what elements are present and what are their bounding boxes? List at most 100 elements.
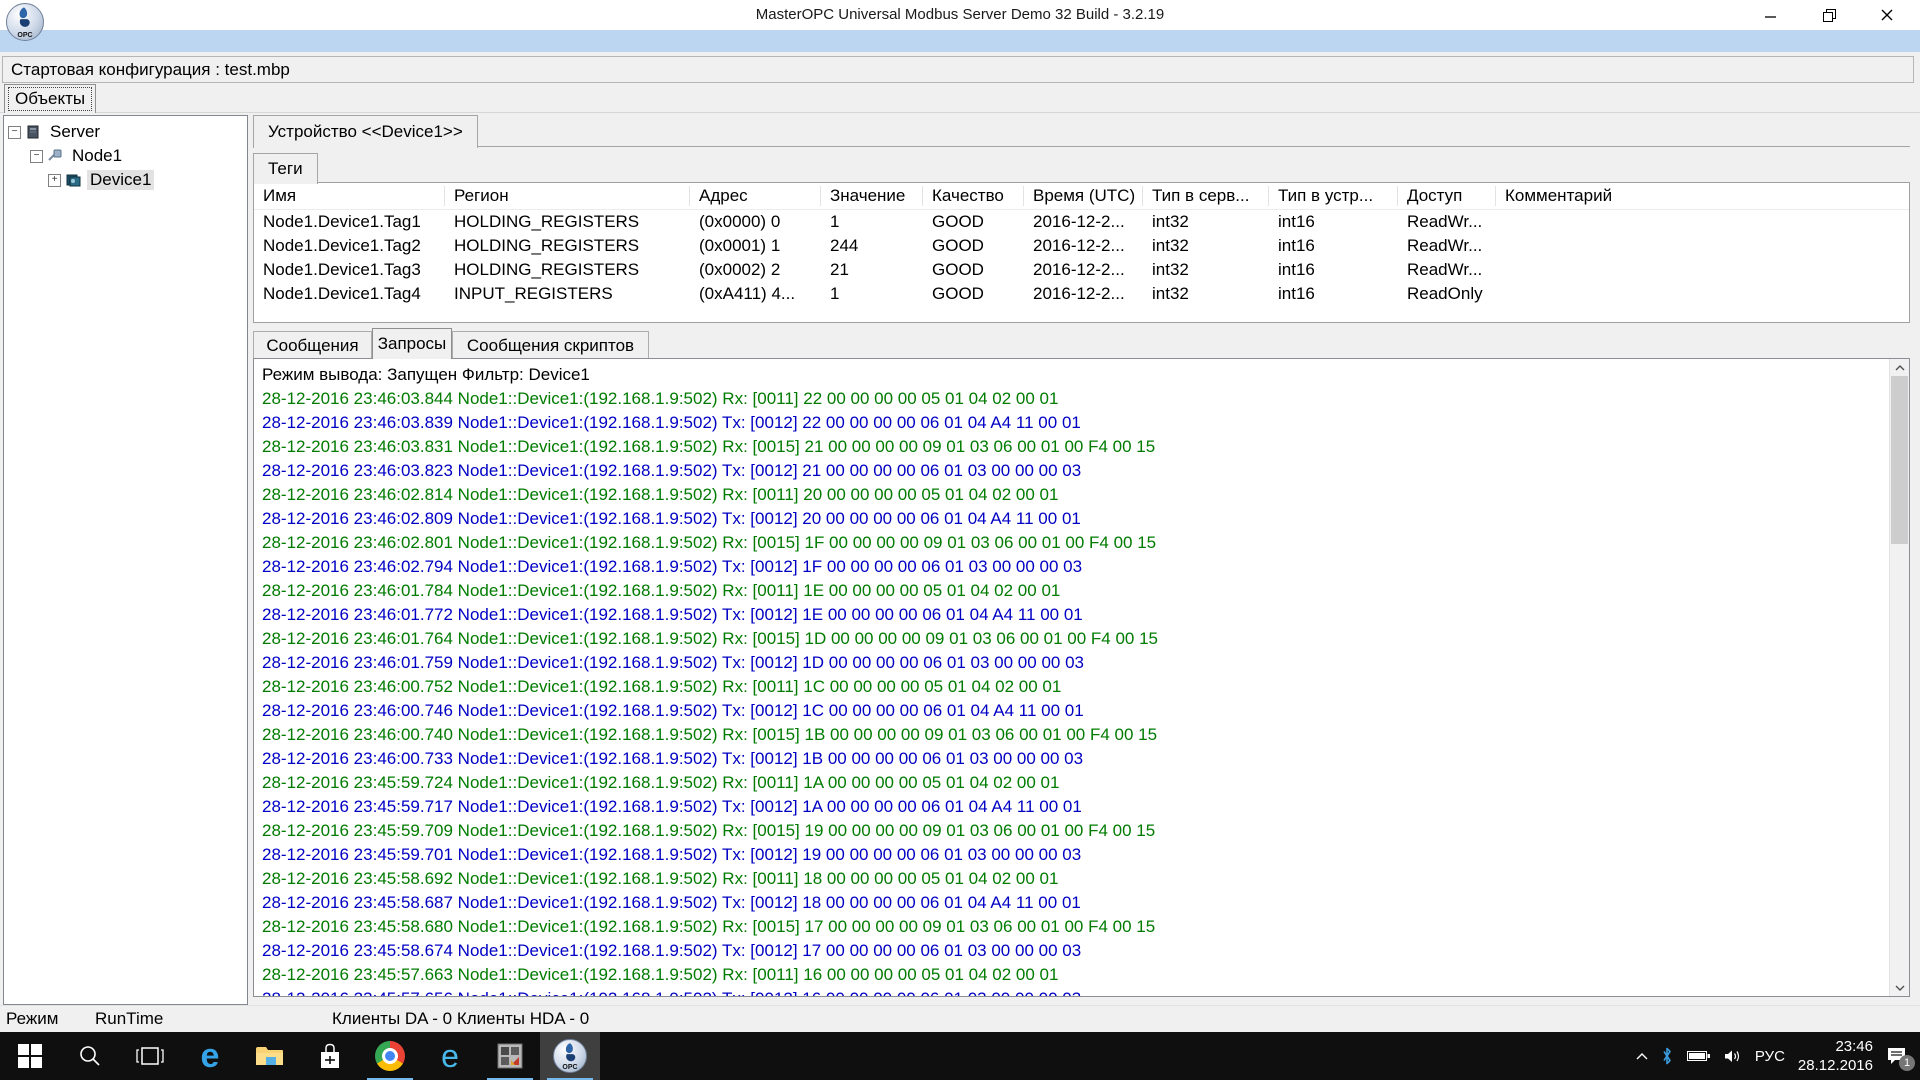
collapse-icon[interactable]: − <box>30 150 43 163</box>
tab-device1[interactable]: Устройство <<Device1>> <box>253 115 478 148</box>
tree-item-label: Device1 <box>87 170 154 190</box>
store-button[interactable] <box>300 1032 360 1080</box>
device-panel: Устройство <<Device1>> Теги ИмяРегионАдр… <box>253 115 1910 1003</box>
minimize-button[interactable] <box>1748 0 1794 30</box>
table-cell: GOOD <box>923 212 1024 232</box>
minimize-icon <box>1765 9 1777 21</box>
log-tabs: СообщенияЗапросыСообщения скриптов <box>253 328 1910 359</box>
collapse-icon[interactable]: − <box>8 126 21 139</box>
log-line: 28-12-2016 23:46:01.764 Node1::Device1:(… <box>254 627 1889 651</box>
tab-tags[interactable]: Теги <box>253 153 318 184</box>
log-line: 28-12-2016 23:45:59.724 Node1::Device1:(… <box>254 771 1889 795</box>
maximize-button[interactable] <box>1806 0 1852 30</box>
table-cell: ReadOnly <box>1398 284 1496 304</box>
device-icon <box>65 172 83 188</box>
task-view-button[interactable] <box>120 1032 180 1080</box>
table-row[interactable]: Node1.Device1.Tag4INPUT_REGISTERS(0xA411… <box>254 282 1909 306</box>
edge-button[interactable]: e <box>180 1032 240 1080</box>
search-button[interactable] <box>60 1032 120 1080</box>
log-line: 28-12-2016 23:46:02.814 Node1::Device1:(… <box>254 483 1889 507</box>
log-line: 28-12-2016 23:45:58.674 Node1::Device1:(… <box>254 939 1889 963</box>
column-header[interactable]: Тип в серв... <box>1143 186 1269 206</box>
log-line: 28-12-2016 23:46:01.772 Node1::Device1:(… <box>254 603 1889 627</box>
tab-strip-line <box>0 112 1920 113</box>
tab-messages[interactable]: Сообщения <box>253 331 372 359</box>
table-cell: ReadWr... <box>1398 212 1496 232</box>
chevron-up-icon[interactable] <box>1636 1053 1648 1060</box>
close-button[interactable] <box>1864 0 1910 30</box>
table-cell: 2016-12-2... <box>1024 260 1143 280</box>
table-row[interactable]: Node1.Device1.Tag3HOLDING_REGISTERS(0x00… <box>254 258 1909 282</box>
tab-requests[interactable]: Запросы <box>372 328 452 359</box>
column-header[interactable]: Регион <box>445 186 690 206</box>
table-cell: Node1.Device1.Tag3 <box>254 260 445 280</box>
tree-item-device1[interactable]: + Device1 <box>4 168 247 192</box>
column-header[interactable]: Доступ <box>1398 186 1496 206</box>
table-cell: int16 <box>1269 212 1398 232</box>
table-cell: int32 <box>1143 260 1269 280</box>
table-cell: (0x0002) 2 <box>690 260 821 280</box>
table-cell: Node1.Device1.Tag2 <box>254 236 445 256</box>
battery-icon[interactable] <box>1686 1049 1711 1063</box>
column-header[interactable]: Тип в устр... <box>1269 186 1398 206</box>
table-row[interactable]: Node1.Device1.Tag2HOLDING_REGISTERS(0x00… <box>254 234 1909 258</box>
column-header[interactable]: Адрес <box>690 186 821 206</box>
chrome-icon <box>375 1041 405 1071</box>
scroll-down-button[interactable] <box>1890 979 1909 996</box>
log-line: 28-12-2016 23:45:59.701 Node1::Device1:(… <box>254 843 1889 867</box>
tree-item-label: Server <box>47 122 103 142</box>
log-line: 28-12-2016 23:46:03.831 Node1::Device1:(… <box>254 435 1889 459</box>
masteropc-logo-icon: OPC <box>6 3 44 41</box>
object-tree[interactable]: −Server−Node1+Device1 <box>3 115 248 1005</box>
expand-icon[interactable]: + <box>48 174 61 187</box>
chrome-button[interactable] <box>360 1032 420 1080</box>
log-line: 28-12-2016 23:46:00.752 Node1::Device1:(… <box>254 675 1889 699</box>
tree-item-server[interactable]: − Server <box>4 120 247 144</box>
modbus-config-button[interactable] <box>480 1032 540 1080</box>
tab-script-messages[interactable]: Сообщения скриптов <box>452 331 649 359</box>
tree-item-node1[interactable]: −Node1 <box>4 144 247 168</box>
start-button[interactable] <box>0 1032 60 1080</box>
column-header[interactable]: Имя <box>254 186 445 206</box>
log-line: 28-12-2016 23:46:01.759 Node1::Device1:(… <box>254 651 1889 675</box>
modbus-tool-icon <box>495 1041 525 1071</box>
table-cell: 244 <box>821 236 923 256</box>
restore-icon <box>1823 9 1836 22</box>
table-cell: HOLDING_REGISTERS <box>445 212 690 232</box>
tab-objects[interactable]: Объекты <box>4 84 96 113</box>
close-icon <box>1881 9 1893 21</box>
chevron-down-icon <box>1895 985 1905 991</box>
table-cell: (0x0000) 0 <box>690 212 821 232</box>
column-header[interactable]: Качество <box>923 186 1024 206</box>
taskbar: e e OPC РУС 23:46 28.12.2016 1 <box>0 1032 1920 1080</box>
table-row[interactable]: Node1.Device1.Tag1HOLDING_REGISTERS(0x00… <box>254 210 1909 234</box>
bluetooth-icon[interactable] <box>1661 1047 1673 1065</box>
tags-table: ИмяРегионАдресЗначениеКачествоВремя (UTC… <box>253 182 1910 323</box>
language-indicator[interactable]: РУС <box>1755 1048 1785 1065</box>
folder-icon <box>255 1044 285 1068</box>
task-view-icon <box>136 1045 164 1067</box>
status-bar: Режим RunTime Клиенты DA - 0 Клиенты HDA… <box>0 1005 1920 1033</box>
column-header[interactable]: Значение <box>821 186 923 206</box>
volume-icon[interactable] <box>1724 1049 1742 1064</box>
scroll-up-button[interactable] <box>1890 359 1909 376</box>
table-cell: int16 <box>1269 284 1398 304</box>
notification-button[interactable]: 1 <box>1886 1046 1908 1066</box>
chevron-up-icon <box>1895 365 1905 371</box>
column-header[interactable]: Комментарий <box>1496 186 1806 206</box>
clock[interactable]: 23:46 28.12.2016 <box>1798 1037 1873 1075</box>
masteropc-button[interactable]: OPC <box>540 1032 600 1080</box>
table-cell: int16 <box>1269 260 1398 280</box>
file-explorer-button[interactable] <box>240 1032 300 1080</box>
clock-date: 28.12.2016 <box>1798 1056 1873 1075</box>
table-cell: int32 <box>1143 212 1269 232</box>
table-cell: HOLDING_REGISTERS <box>445 236 690 256</box>
column-header[interactable]: Время (UTC) <box>1024 186 1143 206</box>
table-cell: int16 <box>1269 236 1398 256</box>
table-cell: 2016-12-2... <box>1024 236 1143 256</box>
log-line: 28-12-2016 23:45:59.717 Node1::Device1:(… <box>254 795 1889 819</box>
log-line: 28-12-2016 23:45:58.692 Node1::Device1:(… <box>254 867 1889 891</box>
log-scrollbar[interactable] <box>1889 359 1909 996</box>
ie-button[interactable]: e <box>420 1032 480 1080</box>
scrollbar-thumb[interactable] <box>1891 376 1908 544</box>
